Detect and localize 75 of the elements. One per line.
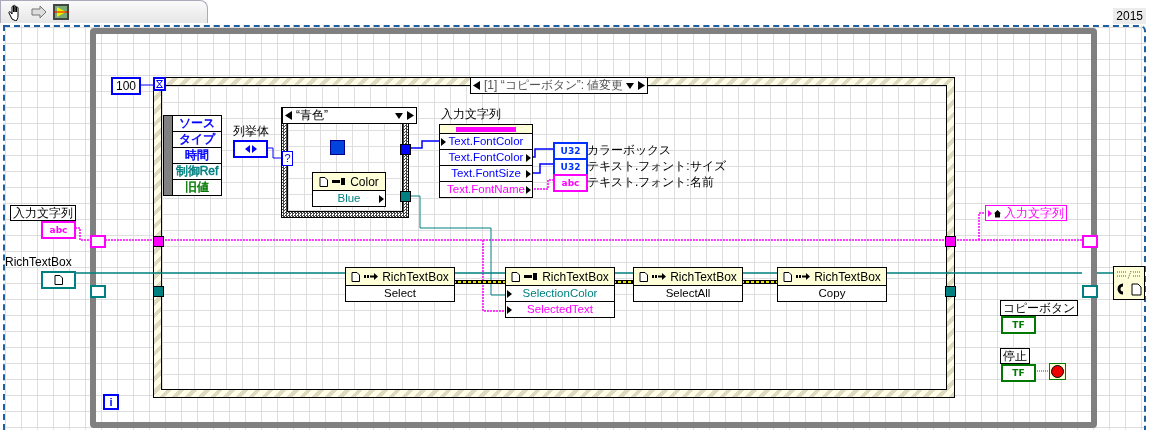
- event-data-field: 制御Ref: [173, 164, 221, 180]
- right-arrow-icon: [637, 81, 646, 90]
- class-name: RichTextBox: [382, 269, 449, 284]
- document-icon: [783, 271, 793, 282]
- method-name: Copy: [817, 286, 847, 301]
- dropdown-arrow-icon: [395, 111, 403, 120]
- method-name: Select: [383, 286, 417, 301]
- method-arrow-icon: [364, 272, 379, 281]
- event-data-field: 旧値: [173, 180, 221, 195]
- enum-arrows-icon: [243, 145, 258, 153]
- shift-register: [1082, 235, 1098, 248]
- property-item: Blue: [313, 191, 385, 206]
- document-icon: [319, 176, 329, 187]
- arrow-icon[interactable]: [31, 5, 47, 19]
- property-item: Text.FontName: [440, 181, 532, 197]
- left-arrow-icon: [285, 111, 293, 120]
- event-data-field: ソース: [173, 116, 221, 132]
- house-icon: [988, 208, 1002, 218]
- document-icon: [639, 271, 649, 282]
- shift-register: [90, 285, 106, 298]
- control-label: 停止: [1000, 348, 1030, 364]
- color-box-constant: [330, 140, 345, 155]
- boolean-terminal: TF: [1001, 316, 1036, 334]
- tunnel: [400, 144, 411, 155]
- control-label: 入力文字列: [10, 205, 76, 221]
- tunnel: [153, 236, 164, 247]
- method-name: SelectAll: [664, 286, 712, 301]
- property-item: Text.FontColor: [440, 149, 532, 165]
- stop-condition-icon: [1049, 363, 1066, 380]
- indicator-label: テキスト.フォント:サイズ: [587, 159, 726, 173]
- tunnel: [400, 191, 411, 202]
- class-name: Color: [350, 174, 379, 189]
- document-icon: [351, 271, 361, 282]
- boolean-terminal: TF: [1001, 364, 1036, 382]
- event-selector[interactable]: [1] “コピーボタン”: 値変更: [470, 77, 649, 94]
- version-label: 2015: [1113, 8, 1146, 24]
- event-data-field: タイプ: [173, 132, 221, 148]
- timer-constant: 100: [111, 77, 142, 95]
- shift-register: [90, 235, 106, 248]
- property-key-icon: [332, 177, 347, 186]
- case-selector[interactable]: “青色”: [282, 107, 417, 124]
- dropdown-arrow-icon: [626, 81, 635, 90]
- indicator-terminal: abc: [553, 174, 588, 192]
- control-terminal: abc: [41, 221, 76, 239]
- indicator-label: テキスト.フォント:名前: [587, 175, 714, 189]
- string-reference-bar: [456, 126, 516, 132]
- property-item: SelectedText: [506, 301, 614, 317]
- property-item: SelectionColor: [506, 286, 614, 301]
- variable-name: 入力文字列: [1004, 206, 1064, 220]
- class-name: RichTextBox: [670, 269, 737, 284]
- event-data-field: 時間: [173, 148, 221, 164]
- tunnel: [153, 286, 164, 297]
- enum-label: 列挙体: [233, 124, 269, 138]
- document-icon: [54, 275, 63, 285]
- control-label: RichTextBox: [5, 255, 72, 269]
- class-name: RichTextBox: [814, 269, 881, 284]
- indicator-label: カラーボックス: [587, 143, 671, 157]
- hourglass-icon: [153, 77, 166, 91]
- case-selector-terminal: ?: [282, 151, 293, 166]
- shift-register: [1082, 285, 1098, 298]
- method-arrow-icon: [652, 272, 667, 281]
- node-label: 入力文字列: [441, 107, 501, 121]
- tunnel: [945, 236, 956, 247]
- method-arrow-icon: [796, 272, 811, 281]
- highlight-execution-icon[interactable]: [53, 4, 69, 20]
- control-label: コピーボタン: [1000, 300, 1078, 316]
- property-item: Text.FontSize: [440, 165, 532, 181]
- class-name: RichTextBox: [542, 269, 609, 284]
- iteration-terminal: i: [103, 394, 119, 410]
- property-item: Text.FontColor: [440, 134, 532, 149]
- tunnel: [945, 286, 956, 297]
- right-arrow-icon: [406, 111, 414, 120]
- property-key-icon: [524, 272, 539, 281]
- document-icon: [511, 271, 521, 282]
- left-arrow-icon: [473, 81, 481, 90]
